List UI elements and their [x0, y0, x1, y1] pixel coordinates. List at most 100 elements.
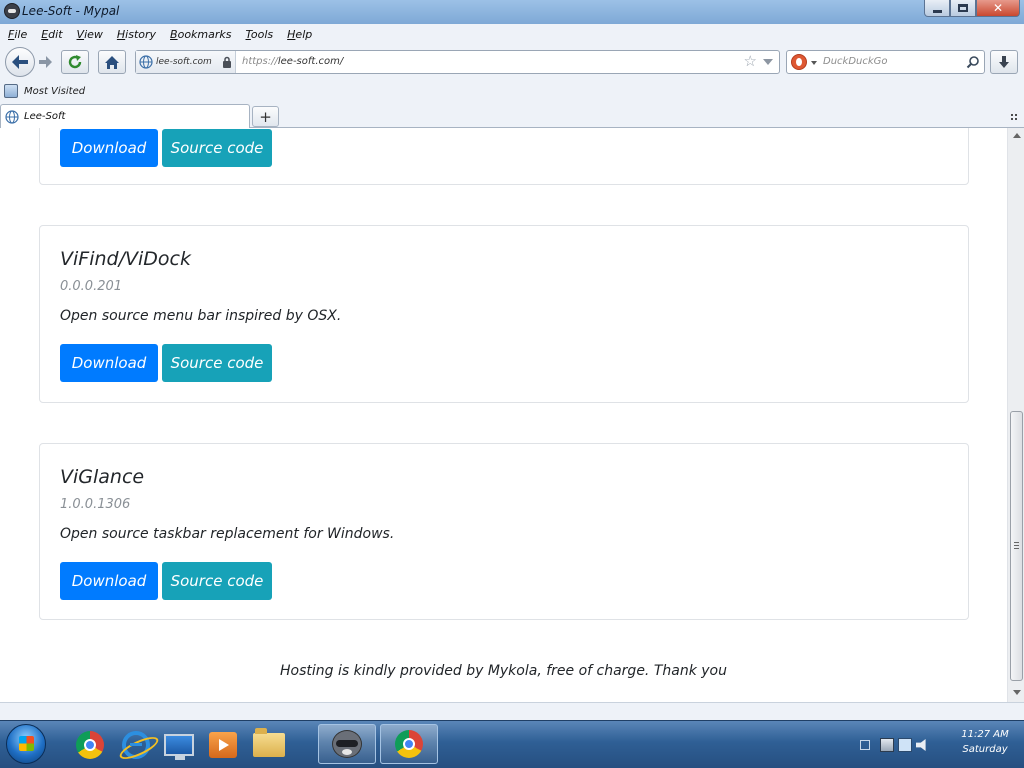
tab-label: Lee-Soft [24, 111, 66, 122]
back-arrow-icon [12, 55, 28, 69]
minimize-icon [932, 9, 942, 13]
chrome-icon [395, 730, 423, 758]
download-button[interactable]: Download [60, 129, 158, 167]
taskbar-clock[interactable]: 11:27 AM Saturday [955, 729, 1015, 755]
globe-icon [5, 109, 19, 124]
home-icon [105, 55, 119, 69]
taskbar-explorer[interactable] [251, 727, 287, 763]
most-visited-bookmark[interactable]: Most Visited [24, 86, 85, 97]
tab-lee-soft[interactable]: Lee-Soft [0, 104, 250, 128]
mypal-app-icon[interactable] [4, 3, 20, 19]
taskbar-monitor[interactable] [161, 727, 197, 763]
window-titlebar: Lee-Soft - Mypal ✕ [0, 0, 1024, 24]
project-description: Open source taskbar replacement for Wind… [60, 526, 395, 542]
download-button[interactable]: Download [60, 344, 158, 382]
taskbar-chrome[interactable] [72, 727, 108, 763]
globe-icon [139, 55, 153, 69]
page-content: Download Source code ViFind/ViDock 0.0.0… [0, 128, 1024, 702]
bookmarks-toolbar: Most Visited [0, 81, 1024, 101]
all-tabs-icon[interactable] [1010, 113, 1018, 121]
navigation-toolbar: lee-soft.com https://lee-soft.com/ ☆ Duc… [0, 45, 1024, 79]
tab-strip: Lee-Soft + [0, 103, 1024, 128]
search-placeholder: DuckDuckGo [823, 56, 888, 67]
taskbar-mypal[interactable] [318, 724, 376, 764]
menu-view[interactable]: View [77, 28, 103, 41]
menu-edit[interactable]: Edit [41, 28, 62, 41]
hosting-credit: Hosting is kindly provided by Mykola, fr… [279, 663, 727, 679]
source-code-button[interactable]: Source code [162, 562, 272, 600]
minimize-button[interactable] [924, 0, 950, 17]
action-center-icon[interactable] [880, 738, 894, 752]
vertical-scrollbar[interactable] [1007, 128, 1024, 702]
clock-day: Saturday [962, 744, 1008, 755]
plus-icon: + [259, 107, 272, 126]
system-tray [860, 727, 932, 763]
scroll-down-icon[interactable] [1013, 690, 1021, 695]
menu-help[interactable]: Help [287, 28, 312, 41]
project-card-vifind: ViFind/ViDock 0.0.0.201 Open source menu… [39, 225, 969, 403]
project-description: Open source menu bar inspired by OSX. [60, 308, 342, 324]
show-hidden-icons-icon[interactable] [860, 740, 870, 750]
url-text[interactable]: https://lee-soft.com/ [242, 56, 343, 67]
reload-icon [68, 55, 82, 69]
media-player-icon [209, 732, 237, 758]
chrome-icon [76, 731, 104, 759]
identity-host: lee-soft.com [156, 57, 212, 67]
project-version: 1.0.0.1306 [60, 497, 131, 512]
menu-bookmarks[interactable]: Bookmarks [170, 28, 231, 41]
taskbar-media-player[interactable] [205, 727, 241, 763]
menu-bar: File Edit View History Bookmarks Tools H… [0, 24, 1024, 44]
download-button[interactable]: Download [60, 562, 158, 600]
scrollbar-thumb[interactable] [1010, 411, 1023, 681]
grip-icon [1014, 542, 1019, 549]
maximize-button[interactable] [950, 0, 976, 17]
windows-taskbar: 11:27 AM Saturday [0, 720, 1024, 768]
restore-icon [958, 4, 968, 12]
site-identity[interactable]: lee-soft.com [136, 51, 236, 73]
address-bar[interactable]: lee-soft.com https://lee-soft.com/ ☆ [135, 50, 780, 74]
project-version: 0.0.0.201 [60, 279, 123, 294]
browser-chrome: File Edit View History Bookmarks Tools H… [0, 24, 1024, 128]
menu-file[interactable]: File [8, 28, 27, 41]
window-controls: ✕ [924, 0, 1020, 18]
url-history-dropdown-icon[interactable] [763, 59, 773, 65]
engine-dropdown-icon[interactable] [811, 61, 817, 65]
source-code-button[interactable]: Source code [162, 344, 272, 382]
window-title: Lee-Soft - Mypal [22, 4, 120, 18]
close-icon: ✕ [992, 1, 1004, 15]
project-title: ViGlance [60, 466, 145, 488]
project-card-viglance: ViGlance 1.0.0.1306 Open source taskbar … [39, 443, 969, 620]
status-bar [0, 702, 1024, 720]
internet-explorer-icon [122, 731, 150, 759]
folder-icon [253, 728, 285, 757]
forward-arrow-icon [39, 56, 52, 68]
start-button[interactable] [6, 724, 46, 764]
mypal-raccoon-icon [332, 730, 362, 758]
source-code-button[interactable]: Source code [162, 129, 272, 167]
new-tab-button[interactable]: + [252, 106, 279, 127]
project-card: Download Source code [39, 128, 969, 185]
project-title: ViFind/ViDock [60, 248, 191, 270]
network-icon[interactable] [898, 738, 912, 752]
search-bar[interactable]: DuckDuckGo [786, 50, 985, 74]
home-button[interactable] [98, 50, 126, 74]
clock-time: 11:27 AM [961, 729, 1009, 740]
most-visited-icon [4, 84, 18, 98]
downloads-button[interactable] [990, 50, 1018, 74]
menu-history[interactable]: History [117, 28, 156, 41]
duckduckgo-icon[interactable] [791, 54, 807, 70]
search-icon[interactable] [966, 54, 980, 73]
close-button[interactable]: ✕ [976, 0, 1020, 17]
volume-icon[interactable] [916, 739, 926, 751]
lock-icon [222, 56, 231, 68]
monitor-icon [164, 734, 194, 760]
menu-tools[interactable]: Tools [246, 28, 274, 41]
scroll-up-icon[interactable] [1013, 133, 1021, 138]
reload-button[interactable] [61, 50, 89, 74]
download-arrow-icon [999, 56, 1009, 68]
taskbar-chrome-running[interactable] [380, 724, 438, 764]
forward-button[interactable] [35, 51, 57, 73]
back-button[interactable] [5, 47, 35, 77]
taskbar-internet-explorer[interactable] [118, 727, 154, 763]
bookmark-star-icon[interactable]: ☆ [744, 54, 757, 69]
